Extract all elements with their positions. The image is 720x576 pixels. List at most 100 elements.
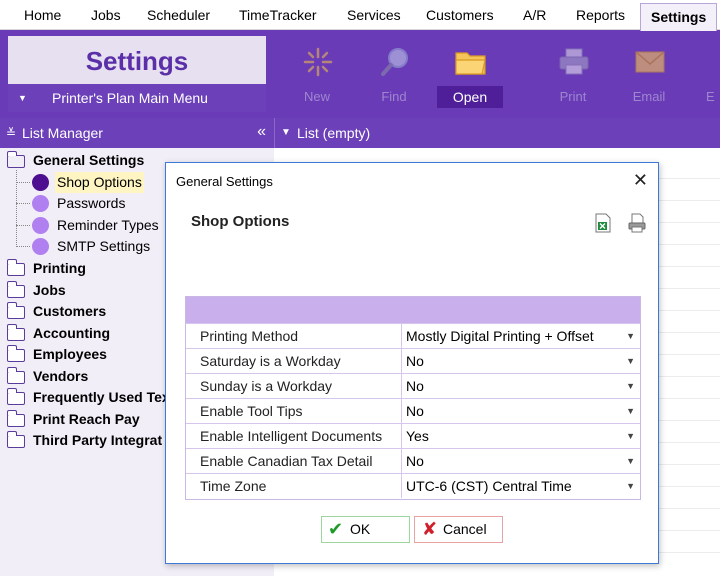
dropdown-arrow-icon[interactable]: ▼ (626, 399, 635, 423)
saturday-workday-select[interactable]: No ▼ (402, 349, 640, 373)
menu-services[interactable]: Services (347, 0, 401, 30)
dropdown-arrow-icon[interactable]: ▼ (626, 474, 635, 498)
folder-icon (6, 324, 25, 341)
shop-options-dot-icon (32, 174, 49, 191)
dropdown-arrow-icon[interactable]: ▼ (626, 424, 635, 448)
tree-item-passwords[interactable]: Passwords (57, 193, 125, 214)
grid-header (186, 297, 640, 323)
folder-icon (6, 281, 25, 298)
excel-export-icon[interactable] (594, 213, 612, 233)
menu-settings[interactable]: Settings (640, 3, 718, 31)
menu-reports[interactable]: Reports (576, 0, 625, 30)
setting-value: Yes (406, 428, 429, 444)
menu-jobs[interactable]: Jobs (91, 0, 121, 30)
folder-icon (6, 410, 25, 427)
open-button[interactable]: Open (437, 36, 503, 112)
setting-name: Enable Canadian Tax Detail (186, 449, 402, 473)
menu-scheduler[interactable]: Scheduler (147, 0, 210, 30)
intelligent-documents-select[interactable]: Yes ▼ (402, 424, 640, 448)
printing-method-select[interactable]: Mostly Digital Printing + Offset ▼ (402, 324, 640, 348)
setting-name: Enable Tool Tips (186, 399, 402, 423)
print-button[interactable]: Print (540, 36, 606, 112)
tree-item-shop-options[interactable]: Shop Options (55, 172, 144, 193)
sunday-workday-select[interactable]: No ▼ (402, 374, 640, 398)
new-button-label: New (303, 89, 330, 104)
tree-node-label: Accounting (33, 325, 110, 341)
tree-connector (16, 246, 30, 247)
tree-connector (16, 203, 30, 204)
setting-value: No (406, 453, 424, 469)
menu-home[interactable]: Home (24, 0, 61, 30)
cancel-button[interactable]: ✘ Cancel (414, 516, 503, 543)
extra-ribbon-button[interactable]: E (692, 36, 720, 112)
dropdown-arrow-icon[interactable]: ▼ (626, 349, 635, 373)
dropdown-arrow-icon[interactable]: ▼ (626, 449, 635, 473)
canadian-tax-select[interactable]: No ▼ (402, 449, 640, 473)
dropdown-arrow-icon[interactable]: ▼ (626, 374, 635, 398)
folder-icon (6, 259, 25, 276)
list-header: ▼ List (empty) (274, 118, 720, 148)
caret-down-icon: ▼ (18, 93, 27, 103)
email-button-label: Email (632, 89, 666, 104)
new-button[interactable]: New (284, 36, 350, 112)
grid-row-time-zone: Time Zone UTC-6 (CST) Central Time ▼ (186, 473, 640, 498)
ribbon-title-panel: Settings ▼ Printer's Plan Main Menu (8, 36, 266, 112)
tree-item-reminder-types[interactable]: Reminder Types (57, 215, 159, 236)
cancel-label: Cancel (443, 521, 487, 537)
tree-node-label: Printing (33, 260, 86, 276)
dialog-heading: Shop Options (191, 213, 290, 230)
grid-row-saturday-workday: Saturday is a Workday No ▼ (186, 348, 640, 373)
tree-item-smtp-settings[interactable]: SMTP Settings (57, 236, 150, 257)
envelope-icon (635, 51, 665, 73)
page-title: Settings (85, 46, 189, 76)
grid-row-sunday-workday: Sunday is a Workday No ▼ (186, 373, 640, 398)
folder-open-icon (6, 151, 25, 168)
menu-customers[interactable]: Customers (426, 0, 494, 30)
dialog-title: General Settings (176, 174, 273, 189)
list-manager-header: ≚ List Manager « (0, 118, 274, 148)
open-button-label: Open (437, 86, 503, 108)
setting-value: No (406, 378, 424, 394)
double-chevron-down-icon[interactable]: ≚ (6, 118, 16, 148)
collapse-panel-button[interactable]: « (257, 117, 266, 147)
main-menu-label: Printer's Plan Main Menu (52, 90, 208, 106)
tree-node-label: Customers (33, 303, 107, 319)
setting-name: Time Zone (186, 474, 402, 498)
menu-timetracker[interactable]: TimeTracker (239, 0, 317, 30)
main-menu-dropdown[interactable]: ▼ Printer's Plan Main Menu (8, 84, 266, 112)
folder-icon (455, 52, 486, 75)
settings-grid: Printing Method Mostly Digital Printing … (185, 296, 641, 500)
ok-label: OK (350, 521, 371, 537)
folder-icon (6, 388, 25, 405)
setting-name: Enable Intelligent Documents (186, 424, 402, 448)
grid-row-canadian-tax: Enable Canadian Tax Detail No ▼ (186, 448, 640, 473)
print-preview-icon[interactable] (628, 213, 646, 233)
dropdown-arrow-icon[interactable]: ▼ (626, 324, 635, 348)
menu-ar[interactable]: A/R (523, 0, 546, 30)
tree-node-label: Jobs (33, 282, 66, 298)
grid-row-tool-tips: Enable Tool Tips No ▼ (186, 398, 640, 423)
close-icon[interactable]: ✕ (633, 169, 648, 191)
tree-node-label: Frequently Used Tex (33, 389, 170, 405)
setting-name: Printing Method (186, 324, 402, 348)
tree-node-label: Third Party Integrat (33, 432, 163, 448)
setting-name: Saturday is a Workday (186, 349, 402, 373)
top-menu-bar: Home Jobs Scheduler TimeTracker Services… (0, 0, 720, 31)
tree-node-label: General Settings (33, 152, 145, 168)
tool-tips-select[interactable]: No ▼ (402, 399, 640, 423)
caret-down-icon[interactable]: ▼ (281, 118, 291, 148)
email-button[interactable]: Email (616, 36, 682, 112)
find-button-label: Find (381, 89, 407, 104)
grid-row-intelligent-documents: Enable Intelligent Documents Yes ▼ (186, 423, 640, 448)
reminder-types-dot-icon (32, 217, 49, 234)
setting-name: Sunday is a Workday (186, 374, 402, 398)
print-button-label: Print (559, 89, 587, 104)
passwords-dot-icon (32, 195, 49, 212)
folder-icon (6, 302, 25, 319)
folder-icon (6, 367, 25, 384)
time-zone-select[interactable]: UTC-6 (CST) Central Time ▼ (402, 474, 640, 498)
ok-button[interactable]: ✔ OK (321, 516, 410, 543)
setting-value: No (406, 353, 424, 369)
list-manager-title: List Manager (22, 125, 103, 141)
find-button[interactable]: Find (361, 36, 427, 112)
